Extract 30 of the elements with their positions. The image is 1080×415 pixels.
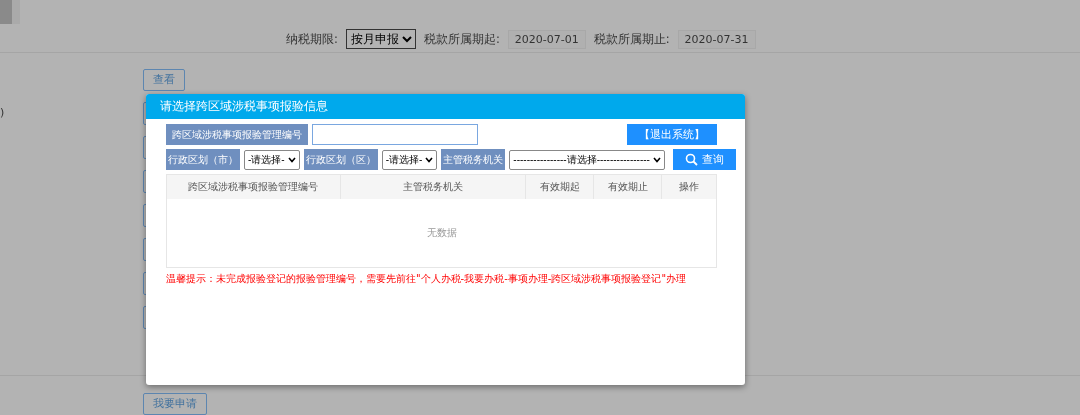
caret-icon xyxy=(652,156,661,163)
search-button[interactable]: 查询 xyxy=(672,149,736,170)
column-header: 有效期起 xyxy=(526,175,595,199)
field-label: 行政区划（市） xyxy=(166,149,240,170)
caret-icon xyxy=(425,156,434,163)
field-label: ) xyxy=(0,106,5,119)
field-label: 纳税期限: xyxy=(286,31,338,47)
dialog-title: 请选择跨区域涉税事项报验信息 xyxy=(160,99,328,114)
empty-message: 无数据 xyxy=(426,226,457,240)
caret-icon xyxy=(287,156,296,163)
authority-select[interactable]: ----------------请选择---------------- xyxy=(509,149,665,170)
column-header: 跨区域涉税事项报验管理编号 xyxy=(167,175,341,199)
field-label: 税款所属期起: xyxy=(423,31,500,47)
period-select[interactable]: 按月申报 xyxy=(345,29,416,49)
field-label: 主管税务机关 xyxy=(441,149,506,170)
date-field[interactable]: 2020-07-01 xyxy=(507,29,586,49)
search-icon xyxy=(684,153,698,166)
column-header: 有效期止 xyxy=(594,175,663,199)
city-select[interactable]: -请选择- xyxy=(244,149,300,170)
column-header: 主管税务机关 xyxy=(340,175,527,199)
field-label: 税款所属期止: xyxy=(593,31,670,47)
exit-button[interactable]: 【退出系统】 xyxy=(627,124,717,145)
field-label: 行政区划（区） xyxy=(303,149,378,170)
number-input[interactable] xyxy=(312,124,478,145)
tab-handle[interactable] xyxy=(0,0,20,24)
column-header: 操作 xyxy=(678,180,701,194)
date-field[interactable]: 2020-07-31 xyxy=(677,29,756,49)
field-label: 跨区域涉税事项报验管理编号 xyxy=(166,124,308,145)
notice-text: 温馨提示：未完成报验登记的报验管理编号，需要先前往"个人办税-我要办税-事项办理-跨区域涉税事项报验登记"办理 xyxy=(166,272,688,286)
district-select[interactable]: -请选择- xyxy=(381,149,438,170)
